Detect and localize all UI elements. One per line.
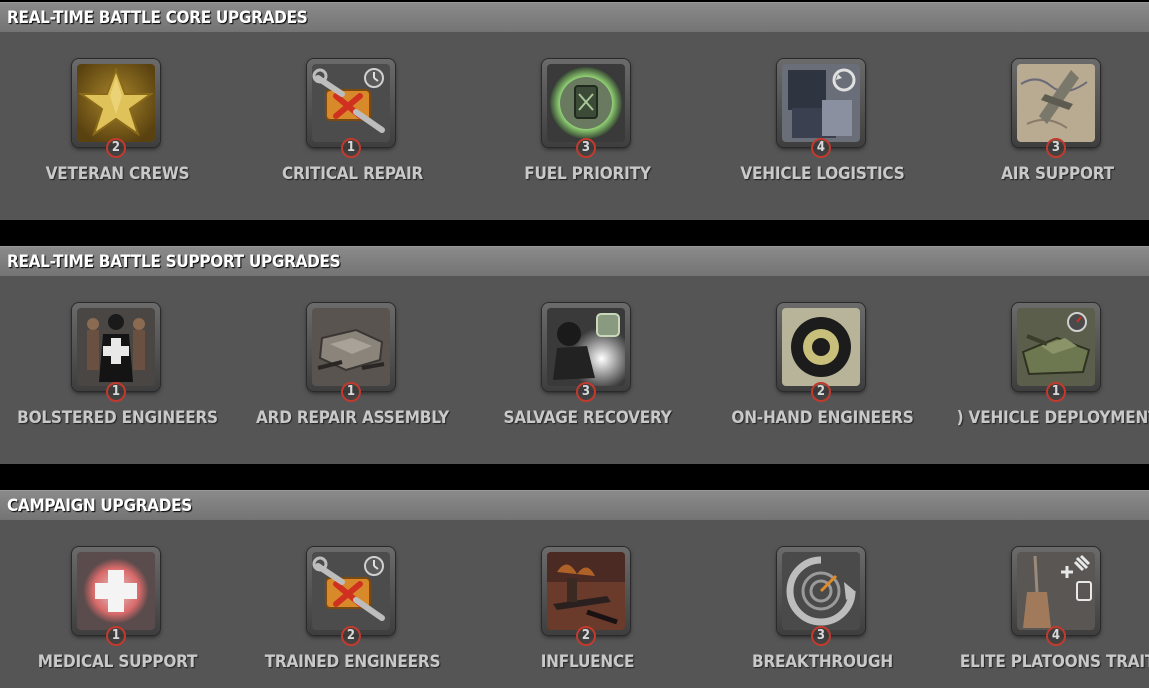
icon-frame bbox=[307, 59, 395, 147]
upgrade-vehicle-logistics[interactable]: 4 VEHICLE LOGISTICS bbox=[705, 32, 940, 188]
elite-bayonet-icon bbox=[1017, 552, 1095, 630]
upgrade-salvage-recovery[interactable]: 3 SALVAGE RECOVERY bbox=[470, 276, 705, 432]
support-upgrades-panel: REAL-TIME BATTLE SUPPORT UPGRADES 1 BOLS… bbox=[0, 246, 1149, 464]
upgrade-label: SALVAGE RECOVERY bbox=[503, 408, 672, 428]
icon-frame bbox=[542, 59, 630, 147]
radar-arrow-icon bbox=[782, 552, 860, 630]
target-ring-icon bbox=[782, 308, 860, 386]
panel-header: REAL-TIME BATTLE SUPPORT UPGRADES bbox=[0, 246, 1149, 276]
upgrade-ard-repair-assembly[interactable]: 1 ARD REPAIR ASSEMBLY bbox=[235, 276, 470, 432]
icon-frame bbox=[542, 547, 630, 635]
icon-frame bbox=[777, 59, 865, 147]
section-title: CAMPAIGN UPGRADES bbox=[7, 496, 192, 516]
upgrade-label: VEHICLE LOGISTICS bbox=[740, 164, 905, 184]
upgrade-critical-repair[interactable]: 1 CRITICAL REPAIR bbox=[235, 32, 470, 188]
icon-frame bbox=[1012, 303, 1100, 391]
level-badge: 1 bbox=[341, 382, 361, 402]
upgrade-label: ON-HAND ENGINEERS bbox=[731, 408, 914, 428]
upgrade-label: ) VEHICLE DEPLOYMENT bbox=[956, 408, 1149, 428]
level-badge: 3 bbox=[1046, 138, 1066, 158]
campaign-upgrades-panel: CAMPAIGN UPGRADES 1 MEDICAL SUPPORT 2 TR… bbox=[0, 490, 1149, 688]
level-badge: 1 bbox=[1046, 382, 1066, 402]
upgrade-label: CRITICAL REPAIR bbox=[281, 164, 424, 184]
upgrade-label: AIR SUPPORT bbox=[1001, 164, 1114, 184]
icon-frame bbox=[72, 547, 160, 635]
upgrade-bolstered-engineers[interactable]: 1 BOLSTERED ENGINEERS bbox=[0, 276, 235, 432]
icon-frame bbox=[72, 303, 160, 391]
salvage-welder-icon bbox=[547, 308, 625, 386]
upgrade-trained-engineers[interactable]: 2 TRAINED ENGINEERS bbox=[235, 520, 470, 676]
upgrade-breakthrough[interactable]: 3 BREAKTHROUGH bbox=[705, 520, 940, 676]
upgrade-label: BREAKTHROUGH bbox=[752, 652, 893, 672]
icon-frame bbox=[542, 303, 630, 391]
level-badge: 3 bbox=[576, 138, 596, 158]
upgrade-label: ELITE PLATOONS TRAIT bbox=[959, 652, 1149, 672]
gold-star-icon bbox=[77, 64, 155, 142]
level-badge: 2 bbox=[576, 626, 596, 646]
icon-frame bbox=[1012, 59, 1100, 147]
wrench-timer-icon bbox=[312, 552, 390, 630]
upgrade-air-support[interactable]: 3 AIR SUPPORT bbox=[940, 32, 1149, 188]
panel-header: REAL-TIME BATTLE CORE UPGRADES bbox=[0, 2, 1149, 32]
level-badge: 4 bbox=[811, 138, 831, 158]
section-title: REAL-TIME BATTLE CORE UPGRADES bbox=[7, 8, 308, 28]
level-badge: 1 bbox=[341, 138, 361, 158]
upgrade-row: 2 VETERAN CREWS 1 CRITICAL REPAIR 3 FUEL… bbox=[0, 32, 1149, 188]
level-badge: 1 bbox=[106, 626, 126, 646]
level-badge: 2 bbox=[106, 138, 126, 158]
upgrade-label: FUEL PRIORITY bbox=[524, 164, 651, 184]
icon-frame bbox=[777, 303, 865, 391]
upgrade-influence[interactable]: 2 INFLUENCE bbox=[470, 520, 705, 676]
battle-scene-icon bbox=[547, 552, 625, 630]
upgrade-elite-platoons-trait[interactable]: 4 ELITE PLATOONS TRAIT bbox=[940, 520, 1149, 676]
icon-frame bbox=[307, 303, 395, 391]
core-upgrades-panel: REAL-TIME BATTLE CORE UPGRADES 2 VETERAN… bbox=[0, 2, 1149, 220]
upgrade-fuel-priority[interactable]: 3 FUEL PRIORITY bbox=[470, 32, 705, 188]
upgrade-label: BOLSTERED ENGINEERS bbox=[17, 408, 218, 428]
level-badge: 4 bbox=[1046, 626, 1066, 646]
wrench-timer-icon bbox=[312, 64, 390, 142]
vehicle-recycle-icon bbox=[782, 64, 860, 142]
level-badge: 2 bbox=[811, 382, 831, 402]
upgrade-label: MEDICAL SUPPORT bbox=[37, 652, 198, 672]
icon-frame bbox=[307, 547, 395, 635]
level-badge: 1 bbox=[106, 382, 126, 402]
upgrade-label: TRAINED ENGINEERS bbox=[264, 652, 441, 672]
upgrade-label: INFLUENCE bbox=[540, 652, 635, 672]
upgrade-label: VETERAN CREWS bbox=[45, 164, 190, 184]
upgrade-row: 1 BOLSTERED ENGINEERS 1 ARD REPAIR ASSEM… bbox=[0, 276, 1149, 432]
aircraft-map-icon bbox=[1017, 64, 1095, 142]
engineer-soldiers-icon bbox=[77, 308, 155, 386]
upgrade-row: 1 MEDICAL SUPPORT 2 TRAINED ENGINEERS 2 … bbox=[0, 520, 1149, 676]
level-badge: 3 bbox=[576, 382, 596, 402]
fuel-canister-icon bbox=[547, 64, 625, 142]
upgrade-medical-support[interactable]: 1 MEDICAL SUPPORT bbox=[0, 520, 235, 676]
section-title: REAL-TIME BATTLE SUPPORT UPGRADES bbox=[7, 252, 341, 272]
tank-deployment-icon bbox=[1017, 308, 1095, 386]
upgrade-veteran-crews[interactable]: 2 VETERAN CREWS bbox=[0, 32, 235, 188]
upgrade-vehicle-deployment[interactable]: 1 ) VEHICLE DEPLOYMENT bbox=[940, 276, 1149, 432]
icon-frame bbox=[72, 59, 160, 147]
upgrade-on-hand-engineers[interactable]: 2 ON-HAND ENGINEERS bbox=[705, 276, 940, 432]
level-badge: 3 bbox=[811, 626, 831, 646]
repair-assembly-icon bbox=[312, 308, 390, 386]
panel-header: CAMPAIGN UPGRADES bbox=[0, 490, 1149, 520]
medical-cross-icon bbox=[77, 552, 155, 630]
level-badge: 2 bbox=[341, 626, 361, 646]
icon-frame bbox=[777, 547, 865, 635]
icon-frame bbox=[1012, 547, 1100, 635]
upgrade-label: ARD REPAIR ASSEMBLY bbox=[256, 408, 449, 428]
